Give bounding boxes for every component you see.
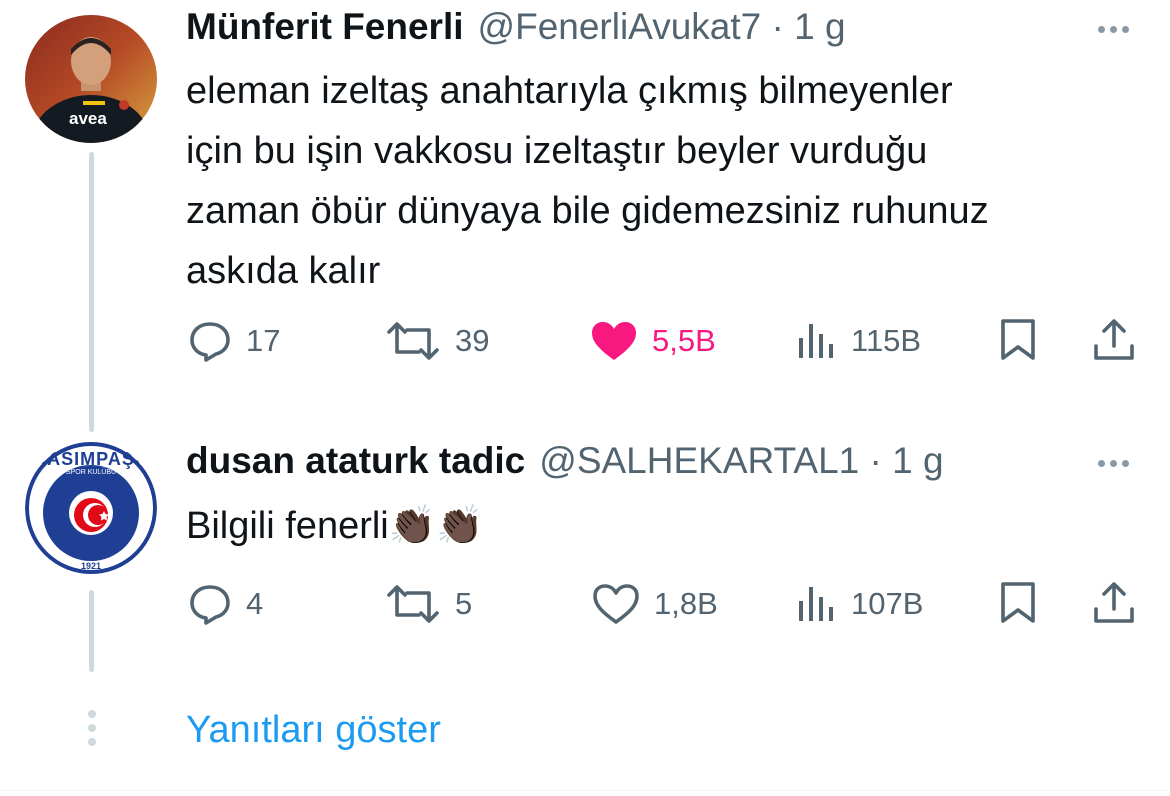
tweet-text: Bilgili fenerli👏🏿👏🏿 xyxy=(186,505,484,547)
thread-line xyxy=(89,590,94,672)
share-button[interactable] xyxy=(1092,318,1136,362)
retweet-button[interactable]: 39 xyxy=(385,320,489,362)
like-button[interactable]: 5,5B xyxy=(590,320,716,362)
like-icon xyxy=(593,584,639,624)
show-replies-link[interactable]: Yanıtları göster xyxy=(186,709,441,752)
handle-and-time[interactable]: @SALHEKARTAL1 · 1 g xyxy=(539,440,943,482)
avatar[interactable]: avea xyxy=(25,15,157,143)
divider xyxy=(0,790,1170,791)
like-count: 5,5B xyxy=(652,323,716,358)
tweet-text-line: zaman öbür dünyaya bile gidemezsiniz ruh… xyxy=(186,190,989,232)
display-name[interactable]: Münferit Fenerli xyxy=(186,6,464,48)
like-icon xyxy=(592,322,636,360)
bookmark-icon xyxy=(1001,319,1035,360)
display-name[interactable]: dusan ataturk tadic xyxy=(186,440,525,482)
reply-button[interactable]: 4 xyxy=(188,583,263,625)
more-icon[interactable] xyxy=(1098,460,1129,467)
share-icon xyxy=(1094,319,1134,360)
bookmark-button[interactable] xyxy=(999,581,1037,625)
tweet-text: eleman izeltaş anahtarıyla çıkmış bilmey… xyxy=(186,61,1146,301)
bookmark-icon xyxy=(1001,582,1035,623)
more-icon[interactable] xyxy=(1098,26,1129,33)
views-icon xyxy=(799,587,833,621)
reply-button[interactable]: 17 xyxy=(188,320,280,362)
like-button[interactable]: 1,8B xyxy=(592,583,718,625)
tweet-text-line: eleman izeltaş anahtarıyla çıkmış bilmey… xyxy=(186,70,953,112)
crest-year: 1921 xyxy=(80,561,102,571)
reply-icon xyxy=(190,585,230,625)
retweet-button[interactable]: 5 xyxy=(385,583,472,625)
tweet-header: dusan ataturk tadic @SALHEKARTAL1 · 1 g xyxy=(186,440,944,482)
tweet-text-line: için bu işin vakkosu izeltaştır beyler v… xyxy=(186,130,928,172)
like-count: 1,8B xyxy=(654,586,718,621)
retweet-icon xyxy=(387,322,439,360)
bookmark-button[interactable] xyxy=(999,318,1037,362)
retweet-count: 5 xyxy=(455,586,473,621)
reply-count: 4 xyxy=(246,586,264,621)
retweet-icon xyxy=(387,585,439,623)
avatar[interactable]: KASIMPAŞA SPOR KULÜBÜ 1921 xyxy=(25,441,157,575)
thread-continuation-dots xyxy=(88,710,96,746)
share-button[interactable] xyxy=(1092,581,1136,625)
reply-icon xyxy=(190,322,230,362)
views-count: 107B xyxy=(851,586,924,621)
crest-subtitle: SPOR KULÜBÜ xyxy=(65,469,117,476)
tweet-header: Münferit Fenerli @FenerliAvukat7 · 1 g xyxy=(186,6,846,48)
views-icon xyxy=(799,324,833,358)
views-button[interactable]: 107B xyxy=(797,583,923,625)
thread-line xyxy=(89,152,94,432)
crest-club-name: KASIMPAŞA xyxy=(33,449,149,469)
reply-count: 17 xyxy=(246,323,281,358)
avatar-sponsor-text: avea xyxy=(69,109,107,128)
tweet-text-line: askıda kalır xyxy=(186,250,381,292)
handle-and-time[interactable]: @FenerliAvukat7 · 1 g xyxy=(478,6,846,48)
views-button[interactable]: 115B xyxy=(797,320,921,362)
views-count: 115B xyxy=(851,323,922,358)
share-icon xyxy=(1094,582,1134,623)
retweet-count: 39 xyxy=(455,323,490,358)
